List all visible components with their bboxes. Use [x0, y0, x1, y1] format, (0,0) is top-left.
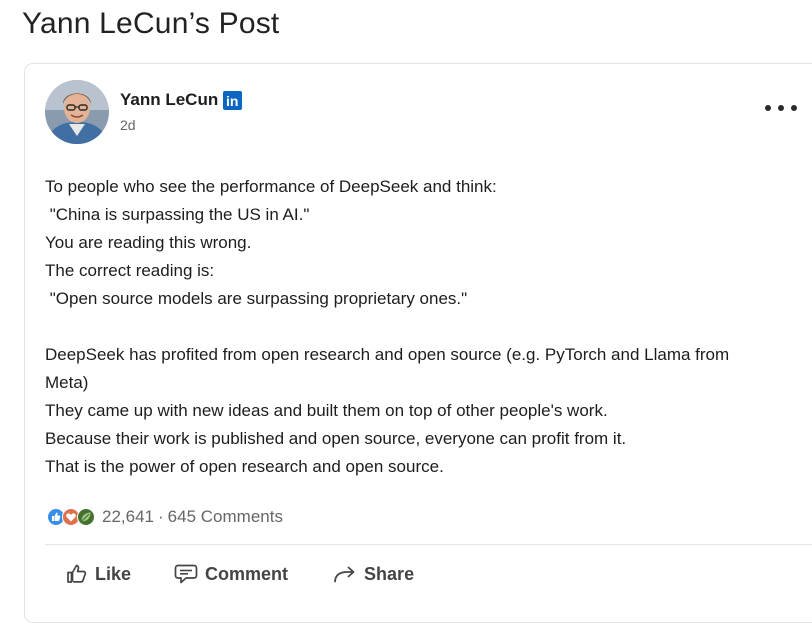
author-name[interactable]: Yann LeCun: [120, 90, 218, 110]
post-line: "Open source models are surpassing propr…: [45, 289, 468, 308]
share-arrow-icon: [334, 566, 355, 583]
thumbs-up-icon: [67, 564, 87, 583]
reaction-icons[interactable]: [47, 508, 95, 526]
like-button[interactable]: Like: [65, 562, 131, 586]
post-line: They came up with new ideas and built th…: [45, 401, 608, 420]
reaction-count[interactable]: 22,641: [102, 507, 154, 527]
more-options-icon[interactable]: [765, 100, 797, 116]
post-line: Because their work is published and open…: [45, 429, 627, 448]
post-line: DeepSeek has profited from open research…: [45, 345, 730, 364]
share-label: Share: [364, 563, 415, 584]
page-title: Yann LeCun’s Post: [22, 7, 280, 40]
comment-label: Comment: [205, 563, 289, 584]
comment-icon: [174, 564, 198, 584]
svg-text:in: in: [226, 93, 238, 109]
author-row: Yann LeCun in: [120, 89, 243, 111]
profile-photo: [45, 80, 109, 144]
post-card: Yann LeCun in 2d To people who see the p…: [24, 63, 812, 623]
insightful-reaction-icon: [77, 508, 95, 526]
divider: [45, 544, 812, 545]
social-counts: 22,641 · 645 Comments: [47, 505, 283, 529]
comments-count[interactable]: 645 Comments: [168, 507, 283, 527]
post-line: The correct reading is:: [45, 261, 215, 280]
avatar[interactable]: [45, 80, 109, 144]
linkedin-icon: in: [223, 90, 243, 110]
separator-dot: ·: [158, 507, 164, 526]
post-line: To people who see the performance of Dee…: [45, 177, 497, 196]
post-timestamp: 2d: [120, 117, 136, 133]
like-label: Like: [95, 563, 132, 584]
post-actions: Like Comment Share: [65, 559, 414, 589]
comment-button[interactable]: Comment: [173, 562, 288, 586]
post-body: To people who see the performance of Dee…: [45, 173, 805, 481]
post-line: You are reading this wrong.: [45, 233, 252, 252]
post-line-blank: [45, 313, 805, 341]
post-line: Meta): [45, 373, 89, 392]
post-line: That is the power of open research and o…: [45, 457, 444, 476]
post-line: "China is surpassing the US in AI.": [45, 205, 310, 224]
share-button[interactable]: Share: [332, 562, 414, 586]
